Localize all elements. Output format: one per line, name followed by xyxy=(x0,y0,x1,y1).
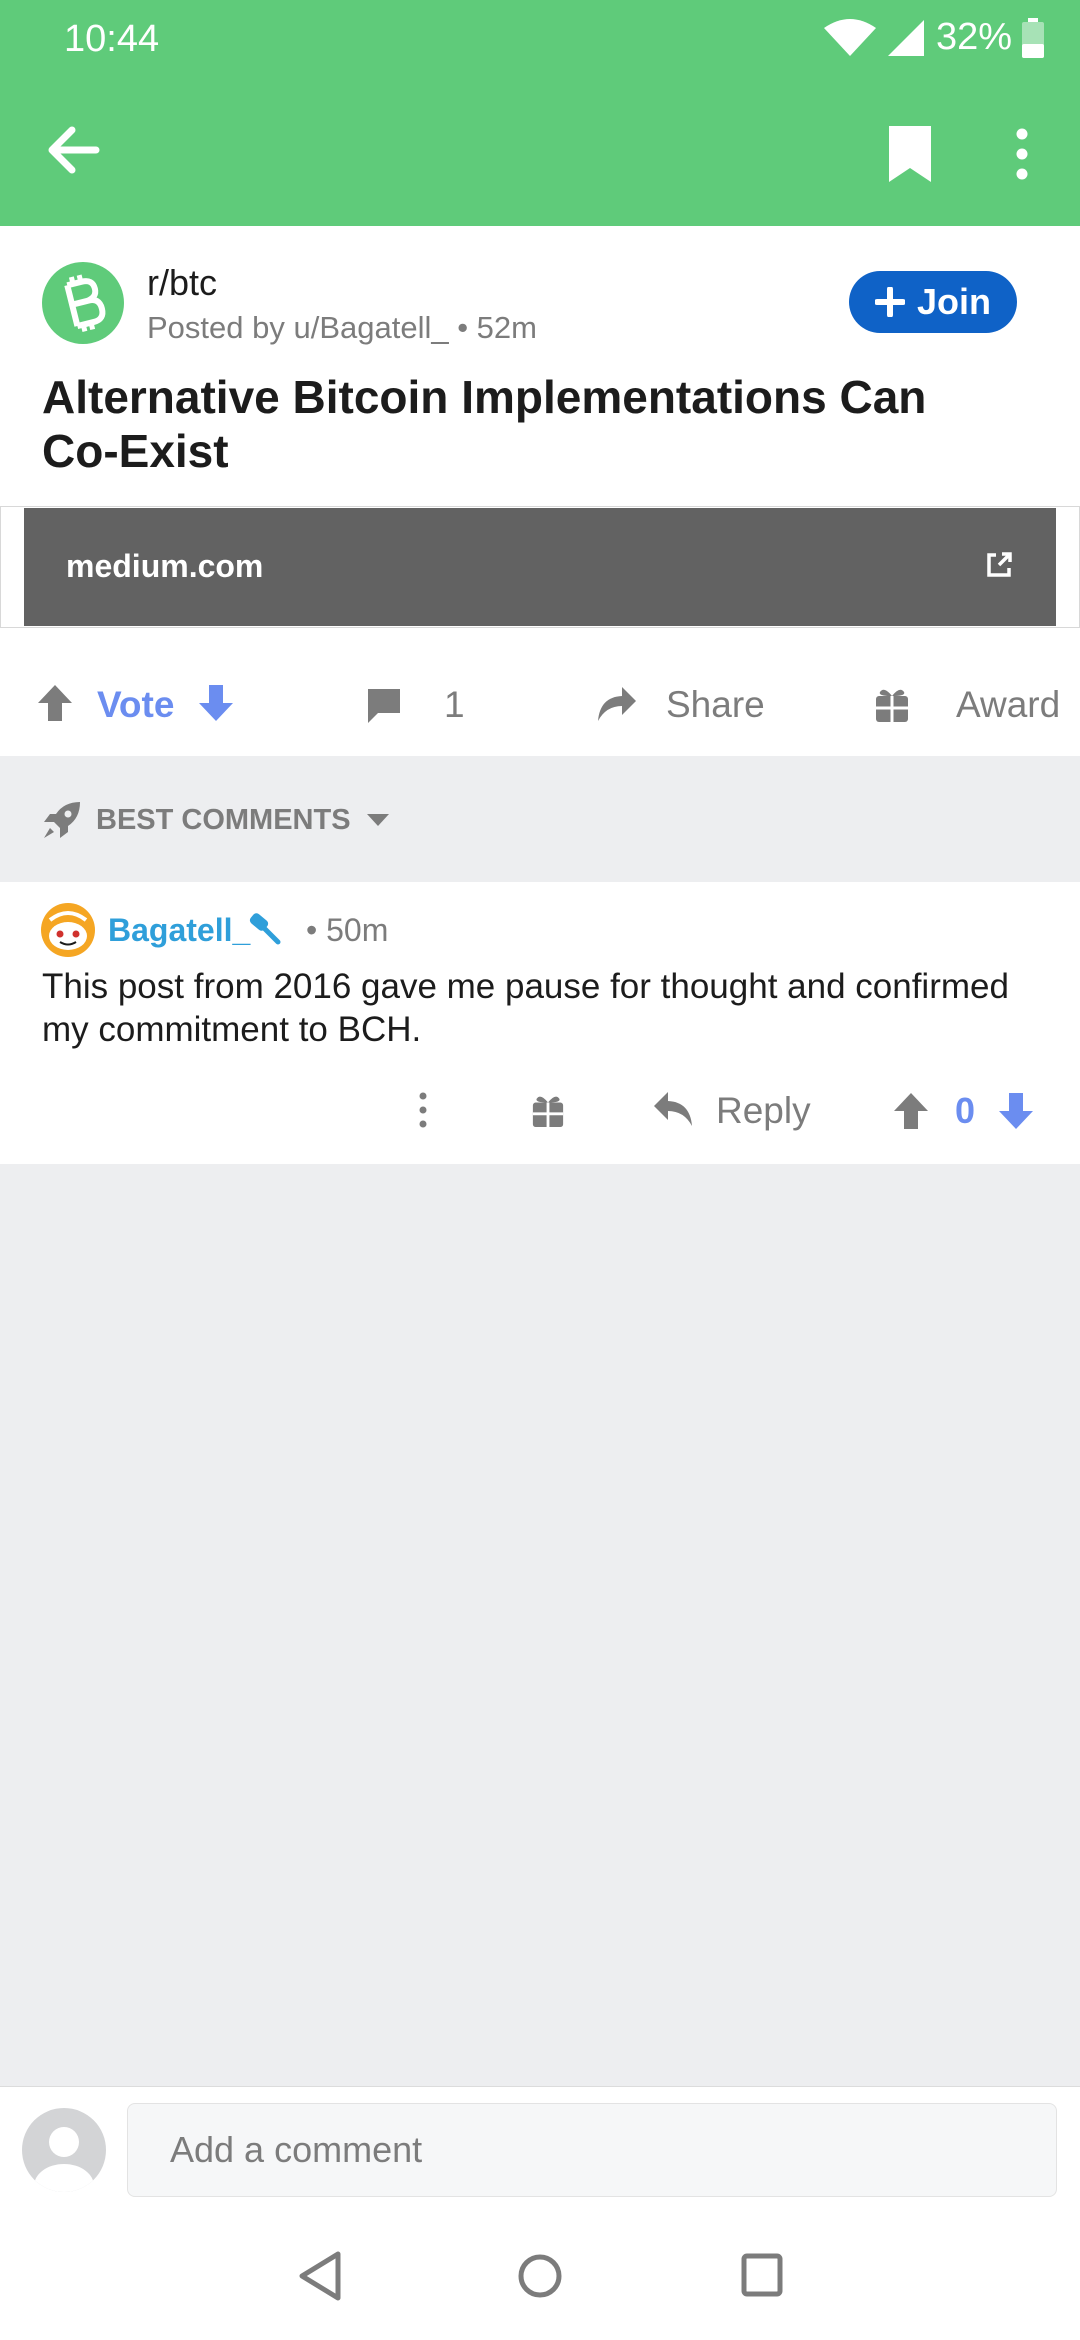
external-link-icon xyxy=(984,550,1014,585)
comment-award-button[interactable] xyxy=(531,1093,565,1134)
bookmark-button[interactable] xyxy=(885,126,935,187)
square-recents-icon xyxy=(741,2253,783,2297)
snoo-avatar-icon xyxy=(41,903,95,957)
triangle-back-icon xyxy=(299,2251,341,2301)
nav-back-button[interactable] xyxy=(296,2250,344,2307)
battery-percent: 32% xyxy=(935,16,1012,58)
downvote-arrow-icon xyxy=(999,1093,1033,1129)
reply-button[interactable] xyxy=(652,1090,694,1135)
status-indicators: 32% xyxy=(823,16,1044,59)
downvote-button[interactable] xyxy=(197,683,235,728)
comment-count: 1 xyxy=(444,684,465,725)
add-comment-input[interactable]: Add a comment xyxy=(127,2103,1057,2197)
moderator-badge-icon xyxy=(246,910,282,951)
vote-label: Vote xyxy=(97,684,175,725)
post-title: Alternative Bitcoin Implementations Can … xyxy=(42,371,927,477)
battery-icon xyxy=(1022,17,1044,58)
upvote-arrow-icon xyxy=(38,685,72,721)
share-label: Share xyxy=(666,684,765,725)
comment-downvote-button[interactable] xyxy=(997,1091,1035,1136)
comment-author[interactable]: Bagatell_ xyxy=(108,912,250,949)
award-button[interactable]: Award xyxy=(874,684,1060,726)
cell-signal-icon xyxy=(887,19,924,56)
circle-home-icon xyxy=(518,2254,562,2298)
sort-label: BEST COMMENTS xyxy=(96,803,351,836)
comment-more-button[interactable] xyxy=(413,1090,433,1135)
award-label: Award xyxy=(956,684,1061,725)
subreddit-avatar[interactable] xyxy=(42,262,124,344)
upvote-button[interactable] xyxy=(36,683,74,728)
post-meta: Posted by u/Bagatell_ • 52m xyxy=(147,310,537,345)
more-options-button[interactable] xyxy=(1008,128,1036,185)
back-arrow-icon xyxy=(48,126,100,174)
share-arrow-icon xyxy=(598,687,636,721)
join-label: Join xyxy=(916,281,991,322)
downvote-arrow-icon xyxy=(199,685,233,721)
status-time: 10:44 xyxy=(64,18,160,60)
comment-upvote-button[interactable] xyxy=(892,1091,930,1136)
user-silhouette-icon xyxy=(34,2127,94,2192)
more-vertical-icon xyxy=(1016,128,1028,180)
more-vertical-icon xyxy=(419,1092,427,1128)
share-button[interactable]: Share xyxy=(596,684,765,726)
wifi-icon xyxy=(823,18,876,56)
user-avatar[interactable] xyxy=(22,2108,106,2192)
comment-time: • 50m xyxy=(306,912,389,948)
back-button[interactable] xyxy=(42,118,106,187)
bitcoin-cash-logo-icon xyxy=(64,274,106,332)
commenter-avatar[interactable] xyxy=(40,902,96,963)
comment-score: 0 xyxy=(955,1090,976,1131)
gift-icon xyxy=(532,1096,564,1128)
comments-button[interactable]: 1 xyxy=(364,684,465,726)
rocket-icon xyxy=(44,802,80,838)
gift-icon xyxy=(876,689,908,722)
comment-body: This post from 2016 gave me pause for th… xyxy=(42,967,1009,1049)
nav-recents-button[interactable] xyxy=(740,2252,784,2303)
reply-label[interactable]: Reply xyxy=(716,1090,811,1132)
bookmark-icon xyxy=(889,126,931,182)
plus-icon xyxy=(874,287,905,317)
nav-home-button[interactable] xyxy=(516,2250,564,2307)
upvote-arrow-icon xyxy=(894,1093,928,1129)
reply-arrow-icon xyxy=(654,1092,692,1126)
chevron-down-icon xyxy=(366,814,389,826)
join-button[interactable]: Join xyxy=(849,271,1017,333)
subreddit-name[interactable]: r/btc xyxy=(147,262,217,304)
comment-bubble-icon xyxy=(368,689,400,723)
link-domain: medium.com xyxy=(66,548,264,584)
comment-sort-selector[interactable]: BEST COMMENTS xyxy=(42,800,391,840)
